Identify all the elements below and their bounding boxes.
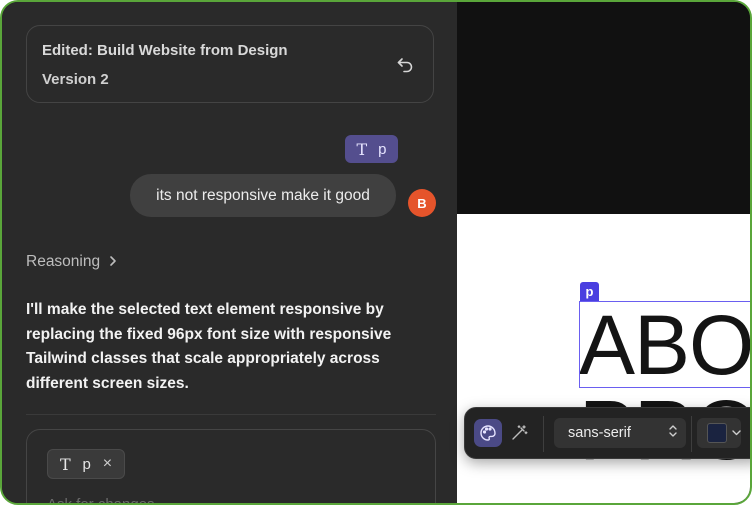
toolbar-divider [543, 416, 544, 452]
text-color-select[interactable] [697, 418, 741, 448]
preview-canvas: p ABO PRO [457, 214, 750, 503]
user-avatar: B [408, 189, 436, 217]
undo-icon[interactable] [395, 55, 415, 75]
close-icon[interactable]: × [103, 455, 112, 473]
version-label: Version 2 [42, 71, 109, 88]
reasoning-toggle[interactable]: Reasoning [26, 253, 118, 271]
element-tag-label: p [82, 455, 91, 473]
composer[interactable]: T p × Ask for changes... [26, 429, 436, 503]
message-element-chip: T p [345, 135, 398, 163]
version-card[interactable]: Edited: Build Website from Design Versio… [26, 25, 434, 103]
magic-wand-icon[interactable] [505, 419, 533, 447]
element-toolbar: sans-serif [464, 407, 750, 459]
toolbar-divider [691, 416, 692, 452]
preview-dark-section [457, 2, 750, 214]
selection-outline [579, 301, 750, 388]
composer-input[interactable]: Ask for changes... [47, 496, 167, 503]
divider [26, 414, 436, 415]
user-message-bubble: its not responsive make it good [130, 174, 396, 217]
assistant-message-text: I'll make the selected text element resp… [26, 301, 392, 392]
user-message-text: its not responsive make it good [156, 186, 370, 204]
reasoning-label: Reasoning [26, 253, 101, 270]
font-family-select[interactable]: sans-serif [554, 418, 686, 448]
chevron-updown-icon [668, 424, 678, 442]
selected-element-chip: T p × [47, 449, 125, 479]
element-tag-label: p [378, 140, 387, 158]
chat-panel: Edited: Build Website from Design Versio… [2, 2, 457, 503]
text-type-icon: T [59, 454, 71, 474]
text-type-icon: T [356, 139, 368, 159]
font-family-value: sans-serif [568, 425, 631, 441]
color-swatch [707, 423, 727, 443]
chevron-right-icon [108, 254, 118, 270]
version-title: Edited: Build Website from Design [42, 42, 288, 59]
app-frame: Edited: Build Website from Design Versio… [0, 0, 752, 505]
palette-icon[interactable] [474, 419, 502, 447]
chevron-down-icon [732, 428, 741, 438]
